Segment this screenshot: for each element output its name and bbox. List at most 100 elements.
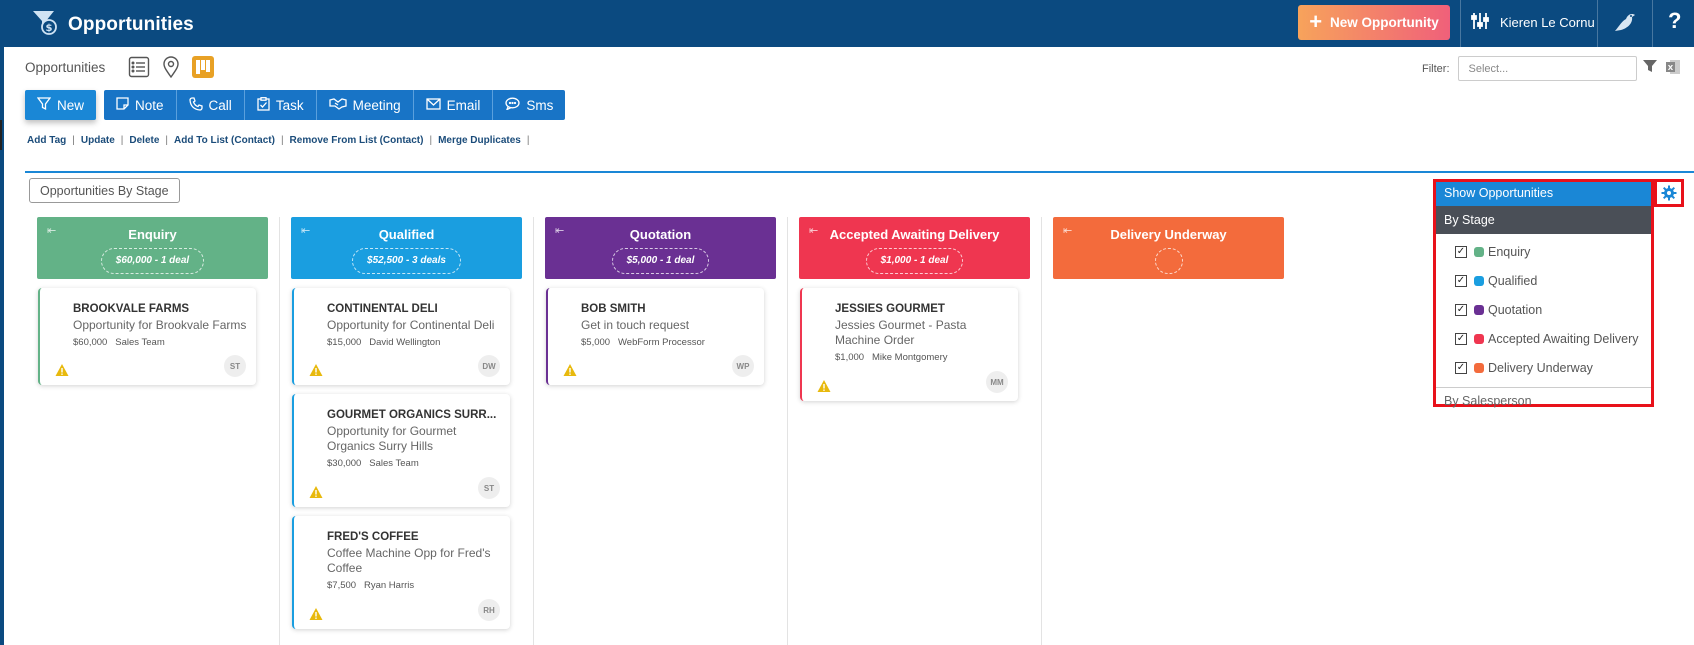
- filter-icon[interactable]: [1643, 59, 1657, 80]
- checkbox[interactable]: ✓: [1455, 303, 1467, 316]
- checkbox[interactable]: ✓: [1455, 332, 1467, 345]
- plus-icon: +: [1309, 8, 1323, 34]
- stage-filter-enquiry[interactable]: ✓ Enquiry: [1436, 237, 1651, 266]
- help-icon[interactable]: ?: [1668, 8, 1681, 34]
- view-switcher: [128, 56, 214, 78]
- note-button[interactable]: Note: [104, 90, 177, 120]
- note-icon: [116, 97, 129, 113]
- warning-icon: [309, 364, 323, 376]
- phone-icon: [188, 96, 203, 114]
- opportunity-card[interactable]: GOURMET ORGANICS SURR... Opportunity for…: [292, 394, 510, 507]
- collapse-arrow-icon[interactable]: ⇤: [47, 224, 56, 237]
- owner-avatar: WP: [732, 355, 754, 377]
- panel-title: Show Opportunities: [1436, 182, 1651, 206]
- link-separator: |: [526, 135, 530, 146]
- stage-filter-qualified[interactable]: ✓ Qualified: [1436, 266, 1651, 295]
- left-edge-mark: [0, 120, 2, 150]
- view-mode-label[interactable]: Opportunities By Stage: [29, 178, 180, 203]
- delete-link[interactable]: Delete: [129, 135, 159, 146]
- collapse-arrow-icon[interactable]: ⇤: [809, 224, 818, 237]
- new-opportunity-label: New Opportunity: [1330, 15, 1439, 30]
- bird-icon[interactable]: [1612, 11, 1638, 40]
- stage-name: Qualified: [378, 227, 435, 242]
- map-pin-icon[interactable]: [160, 56, 182, 78]
- checkbox[interactable]: ✓: [1455, 274, 1467, 287]
- link-separator: |: [120, 135, 124, 146]
- sms-button[interactable]: Sms: [493, 90, 566, 120]
- stage-summary: $52,500 - 3 deals: [352, 248, 461, 274]
- collapse-arrow-icon[interactable]: ⇤: [1063, 224, 1072, 237]
- add-to-list-link[interactable]: Add To List (Contact): [174, 135, 275, 146]
- card-owner: Sales Team: [115, 337, 165, 348]
- call-button[interactable]: Call: [176, 90, 245, 120]
- clipboard-check-icon: [257, 96, 270, 114]
- checkbox[interactable]: ✓: [1455, 245, 1467, 258]
- stage-filter-accepted[interactable]: ✓ Accepted Awaiting Delivery: [1436, 324, 1651, 353]
- card-meta: $60,000 Sales Team: [73, 337, 165, 348]
- card-meta: $30,000 Sales Team: [327, 458, 419, 469]
- stage-column-accepted: ⇤ Accepted Awaiting Delivery $1,000 - 1 …: [799, 217, 1030, 279]
- filter-icon: [36, 96, 52, 114]
- sliders-icon: [1470, 11, 1490, 34]
- user-name: Kieren Le Cornu: [1500, 15, 1595, 30]
- stage-header[interactable]: ⇤ Enquiry $60,000 - 1 deal: [37, 217, 268, 279]
- stage-header[interactable]: ⇤ Qualified $52,500 - 3 deals: [291, 217, 522, 279]
- update-link[interactable]: Update: [81, 135, 115, 146]
- board-view-icon[interactable]: [192, 56, 214, 78]
- add-tag-link[interactable]: Add Tag: [27, 135, 66, 146]
- task-button[interactable]: Task: [244, 90, 317, 120]
- card-amount: $60,000: [73, 337, 108, 348]
- collapse-arrow-icon[interactable]: ⇤: [301, 224, 310, 237]
- merge-duplicates-link[interactable]: Merge Duplicates: [438, 135, 521, 146]
- link-separator: |: [165, 135, 169, 146]
- color-swatch: [1474, 304, 1484, 315]
- stage-summary: $60,000 - 1 deal: [100, 248, 205, 274]
- card-description: Opportunity for Brookvale Farms: [73, 318, 247, 332]
- meeting-button[interactable]: Meeting: [316, 90, 414, 120]
- filter-label: Filter:: [1422, 62, 1450, 75]
- stage-name: Enquiry: [128, 227, 177, 242]
- card-name: FRED'S COFFEE: [327, 531, 419, 543]
- stage-header[interactable]: ⇤ Quotation $5,000 - 1 deal: [545, 217, 776, 279]
- filter-select[interactable]: Select...: [1457, 56, 1637, 81]
- remove-from-list-link[interactable]: Remove From List (Contact): [290, 135, 424, 146]
- owner-avatar: ST: [224, 355, 246, 377]
- settings-gear-button[interactable]: [1654, 179, 1684, 207]
- by-stage-header[interactable]: By Stage: [1436, 206, 1651, 234]
- stage-filter-delivery[interactable]: ✓ Delivery Underway: [1436, 353, 1651, 382]
- meeting-label: Meeting: [352, 97, 401, 113]
- collapse-arrow-icon[interactable]: ⇤: [555, 224, 564, 237]
- link-separator: |: [429, 135, 433, 146]
- card-description: Opportunity for Continental Deli: [327, 318, 495, 332]
- stage-summary: [1154, 248, 1183, 274]
- card-description: Jessies Gourmet - Pasta Machine Order: [835, 318, 967, 347]
- task-label: Task: [275, 97, 304, 113]
- new-button[interactable]: New: [25, 90, 97, 120]
- stage-header[interactable]: ⇤ Accepted Awaiting Delivery $1,000 - 1 …: [799, 217, 1030, 279]
- excel-icon[interactable]: X: [1665, 59, 1681, 80]
- card-amount: $1,000: [835, 352, 865, 363]
- opportunity-card[interactable]: JESSIES GOURMET Jessies Gourmet - Pasta …: [800, 288, 1018, 401]
- by-salesperson-option[interactable]: By Salesperson: [1436, 387, 1651, 414]
- stage-filter-quotation[interactable]: ✓ Quotation: [1436, 295, 1651, 324]
- card-amount: $7,500: [327, 580, 357, 591]
- list-view-icon[interactable]: [128, 56, 150, 78]
- card-name: CONTINENTAL DELI: [327, 303, 438, 315]
- email-button[interactable]: Email: [413, 90, 494, 120]
- section-divider: [25, 171, 1694, 173]
- opportunity-card[interactable]: BOB SMITH Get in touch request $5,000 We…: [546, 288, 764, 385]
- opportunity-card[interactable]: BROOKVALE FARMS Opportunity for Brookval…: [38, 288, 256, 385]
- action-toolbar: New Note Call Task Meeting Email Sms: [25, 90, 566, 120]
- stage-column-qualified: ⇤ Qualified $52,500 - 3 deals: [291, 217, 522, 279]
- new-opportunity-button[interactable]: + New Opportunity: [1298, 5, 1450, 40]
- opportunity-card[interactable]: FRED'S COFFEE Coffee Machine Opp for Fre…: [292, 516, 510, 629]
- opportunity-card[interactable]: CONTINENTAL DELI Opportunity for Contine…: [292, 288, 510, 385]
- column-separator: [1041, 217, 1042, 645]
- card-name: BROOKVALE FARMS: [73, 303, 190, 315]
- stage-header[interactable]: ⇤ Delivery Underway: [1053, 217, 1284, 279]
- checkbox[interactable]: ✓: [1455, 361, 1467, 374]
- user-menu[interactable]: Kieren Le Cornu: [1470, 11, 1595, 34]
- app-title: Opportunities: [68, 13, 194, 35]
- funnel-dollar-icon: $: [32, 9, 58, 40]
- sms-label: Sms: [526, 97, 554, 113]
